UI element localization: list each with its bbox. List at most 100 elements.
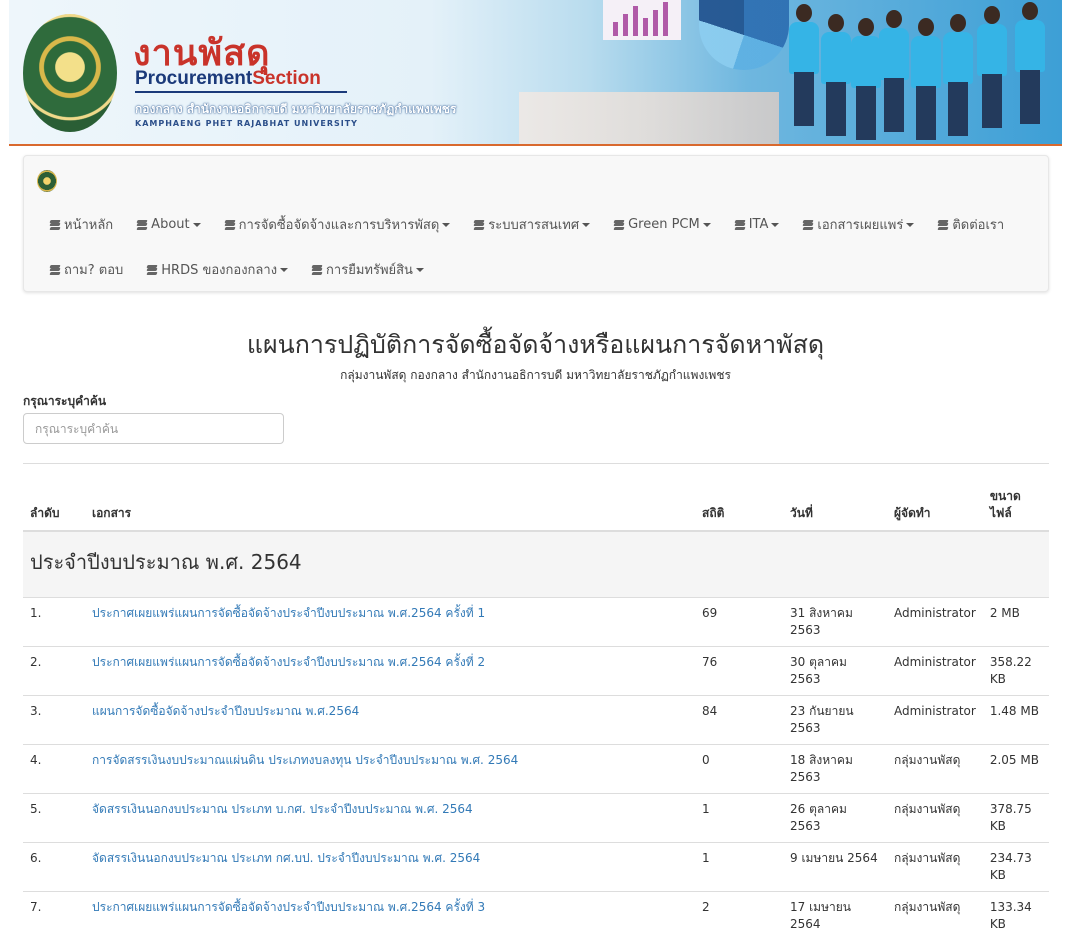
table-cell-date: 26 ตุลาคม 2563	[783, 792, 887, 842]
table-cell-no: 4.	[23, 743, 85, 793]
banner-person	[1015, 2, 1045, 124]
nav-item[interactable]: HRDS ของกองกลาง	[135, 259, 300, 280]
stack-icon	[311, 264, 323, 275]
navbar-logo[interactable]	[37, 170, 57, 192]
table-cell-by: กลุ่มงานพัสดุ	[887, 743, 983, 793]
table-cell-doc: จัดสรรเงินนอกงบประมาณ ประเภท บ.กศ. ประจำ…	[85, 792, 695, 842]
row-date: 17 เมษายน 2564	[790, 899, 851, 931]
row-file-size: 1.48 MB	[989, 703, 1039, 718]
row-file-size: 133.34 KB	[989, 899, 1032, 931]
table-cell-doc: ประกาศเผยแพร่แผนการจัดซื้อจัดจ้างประจำปี…	[85, 596, 695, 646]
table-cell-stat: 1	[695, 792, 783, 842]
caret-down-icon	[906, 222, 915, 227]
row-number: 6.	[30, 850, 42, 865]
row-number: 7.	[30, 899, 42, 914]
table-cell-no: 1.	[23, 596, 85, 646]
table-row: 2. ประกาศเผยแพร่แผนการจัดซื้อจัดจ้างประจำ…	[23, 645, 1049, 695]
brand-underline	[135, 91, 347, 93]
table-cell-date: 23 กันยายน 2563	[783, 694, 887, 744]
nav-item[interactable]: ถาม? ตอบ	[24, 259, 135, 280]
row-file-size: 358.22 KB	[989, 654, 1032, 686]
nav-item[interactable]: ระบบสารสนเทศ	[462, 214, 602, 235]
nav-item[interactable]: เอกสารเผยแพร่	[791, 214, 926, 235]
table-cell-by: Administrator	[887, 694, 983, 744]
document-link[interactable]: ประกาศเผยแพร่แผนการจัดซื้อจัดจ้างประจำปี…	[92, 655, 485, 669]
row-stats: 69	[702, 605, 718, 620]
nav-item[interactable]: About	[125, 217, 212, 232]
brand-subtitle-en: KAMPHAENG PHET RAJABHAT UNIVERSITY	[135, 119, 358, 128]
row-author: Administrator	[894, 654, 976, 669]
section-divider	[23, 463, 1049, 464]
document-link[interactable]: จัดสรรเงินนอกงบประมาณ ประเภท บ.กศ. ประจำ…	[92, 802, 473, 816]
row-file-size: 378.75 KB	[989, 801, 1032, 833]
table-cell-size: 358.22 KB	[982, 645, 1049, 695]
row-author: Administrator	[894, 605, 976, 620]
stack-icon	[224, 219, 236, 230]
table-cell-size: 1.48 MB	[982, 694, 1049, 744]
banner-photo-pie	[699, 0, 789, 70]
banner-person	[943, 14, 973, 136]
table-cell-doc: การจัดสรรเงินงบประมาณแผ่นดิน ประเภทงบลงท…	[85, 743, 695, 793]
main-navbar: หน้าหลัก About การจัดซื้อจัดจ้างและการบริห…	[23, 155, 1049, 292]
table-row: 5. จัดสรรเงินนอกงบประมาณ ประเภท บ.กศ. ประ…	[23, 792, 1049, 842]
stack-icon	[136, 219, 148, 230]
table-cell-date: 30 ตุลาคม 2563	[783, 645, 887, 695]
row-stats: 1	[702, 850, 710, 865]
nav-item[interactable]: หน้าหลัก	[24, 214, 125, 235]
nav-item[interactable]: การจัดซื้อจัดจ้างและการบริหารพัสดุ	[213, 214, 463, 235]
row-number: 3.	[30, 703, 42, 718]
banner-photo-chart	[603, 0, 681, 40]
row-author: กลุ่มงานพัสดุ	[894, 801, 961, 816]
document-link[interactable]: การจัดสรรเงินงบประมาณแผ่นดิน ประเภทงบลงท…	[92, 753, 518, 767]
nav-item[interactable]: ติดต่อเรา	[926, 214, 1016, 235]
row-number: 4.	[30, 752, 42, 767]
banner-person	[789, 4, 819, 126]
table-cell-doc: ประกาศเผยแพร่แผนการจัดซื้อจัดจ้างประจำปี…	[85, 645, 695, 695]
table-cell-by: Administrator	[887, 645, 983, 695]
table-cell-no: 5.	[23, 792, 85, 842]
stack-icon	[49, 264, 61, 275]
row-author: กลุ่มงานพัสดุ	[894, 850, 961, 865]
row-date: 30 ตุลาคม 2563	[790, 654, 847, 686]
caret-down-icon	[280, 267, 289, 272]
stack-icon	[613, 219, 625, 230]
document-link[interactable]: แผนการจัดซื้อจัดจ้างประจำปีงบประมาณ พ.ศ.…	[92, 704, 359, 718]
table-cell-stat: 2	[695, 890, 783, 940]
document-link[interactable]: ประกาศเผยแพร่แผนการจัดซื้อจัดจ้างประจำปี…	[92, 606, 485, 620]
column-header-author: ผู้จัดทำ	[887, 486, 983, 532]
table-row: 3. แผนการจัดซื้อจัดจ้างประจำปีงบประมาณ พ.…	[23, 694, 1049, 744]
row-file-size: 234.73 KB	[989, 850, 1032, 882]
table-cell-stat: 1	[695, 841, 783, 891]
table-cell-doc: ประกาศเผยแพร่แผนการจัดซื้อจัดจ้างประจำปี…	[85, 890, 695, 940]
row-stats: 76	[702, 654, 718, 669]
banner-person	[821, 14, 851, 136]
table-cell-size: 2 MB	[982, 596, 1049, 646]
banner-person	[977, 6, 1007, 128]
banner-person	[911, 18, 941, 140]
nav-item[interactable]: Green PCM	[602, 217, 723, 232]
table-group-row: ประจำปีงบประมาณ พ.ศ. 2564	[23, 531, 1049, 597]
row-number: 5.	[30, 801, 42, 816]
banner-person	[851, 18, 881, 140]
nav-item[interactable]: ITA	[723, 217, 792, 232]
table-cell-date: 9 เมษายน 2564	[783, 841, 887, 891]
header-banner: งานพัสดุ ProcurementSection กองกลาง สำนั…	[9, 0, 1062, 146]
nav-item[interactable]: การยืมทรัพย์สิน	[300, 259, 436, 280]
brand-title-en: ProcurementSection	[135, 68, 321, 90]
row-stats: 84	[702, 703, 718, 718]
search-input[interactable]	[23, 413, 284, 444]
column-header-date: วันที่	[783, 486, 887, 532]
nav-row-1: หน้าหลัก About การจัดซื้อจัดจ้างและการบริห…	[24, 214, 1016, 235]
nav-item-label: About	[151, 217, 190, 232]
document-link[interactable]: จัดสรรเงินนอกงบประมาณ ประเภท กศ.บป. ประจ…	[92, 851, 480, 865]
banner-photo-desk	[519, 92, 779, 144]
banner-person	[879, 10, 909, 132]
page-frame: งานพัสดุ ProcurementSection กองกลาง สำนั…	[9, 0, 1062, 945]
document-link[interactable]: ประกาศเผยแพร่แผนการจัดซื้อจัดจ้างประจำปี…	[92, 900, 485, 914]
row-stats: 0	[702, 752, 710, 767]
table-cell-size: 133.34 KB	[982, 890, 1049, 940]
nav-item-label: ถาม? ตอบ	[64, 263, 124, 278]
table-cell-date: 17 เมษายน 2564	[783, 890, 887, 940]
row-number: 2.	[30, 654, 42, 669]
stack-icon	[734, 219, 746, 230]
